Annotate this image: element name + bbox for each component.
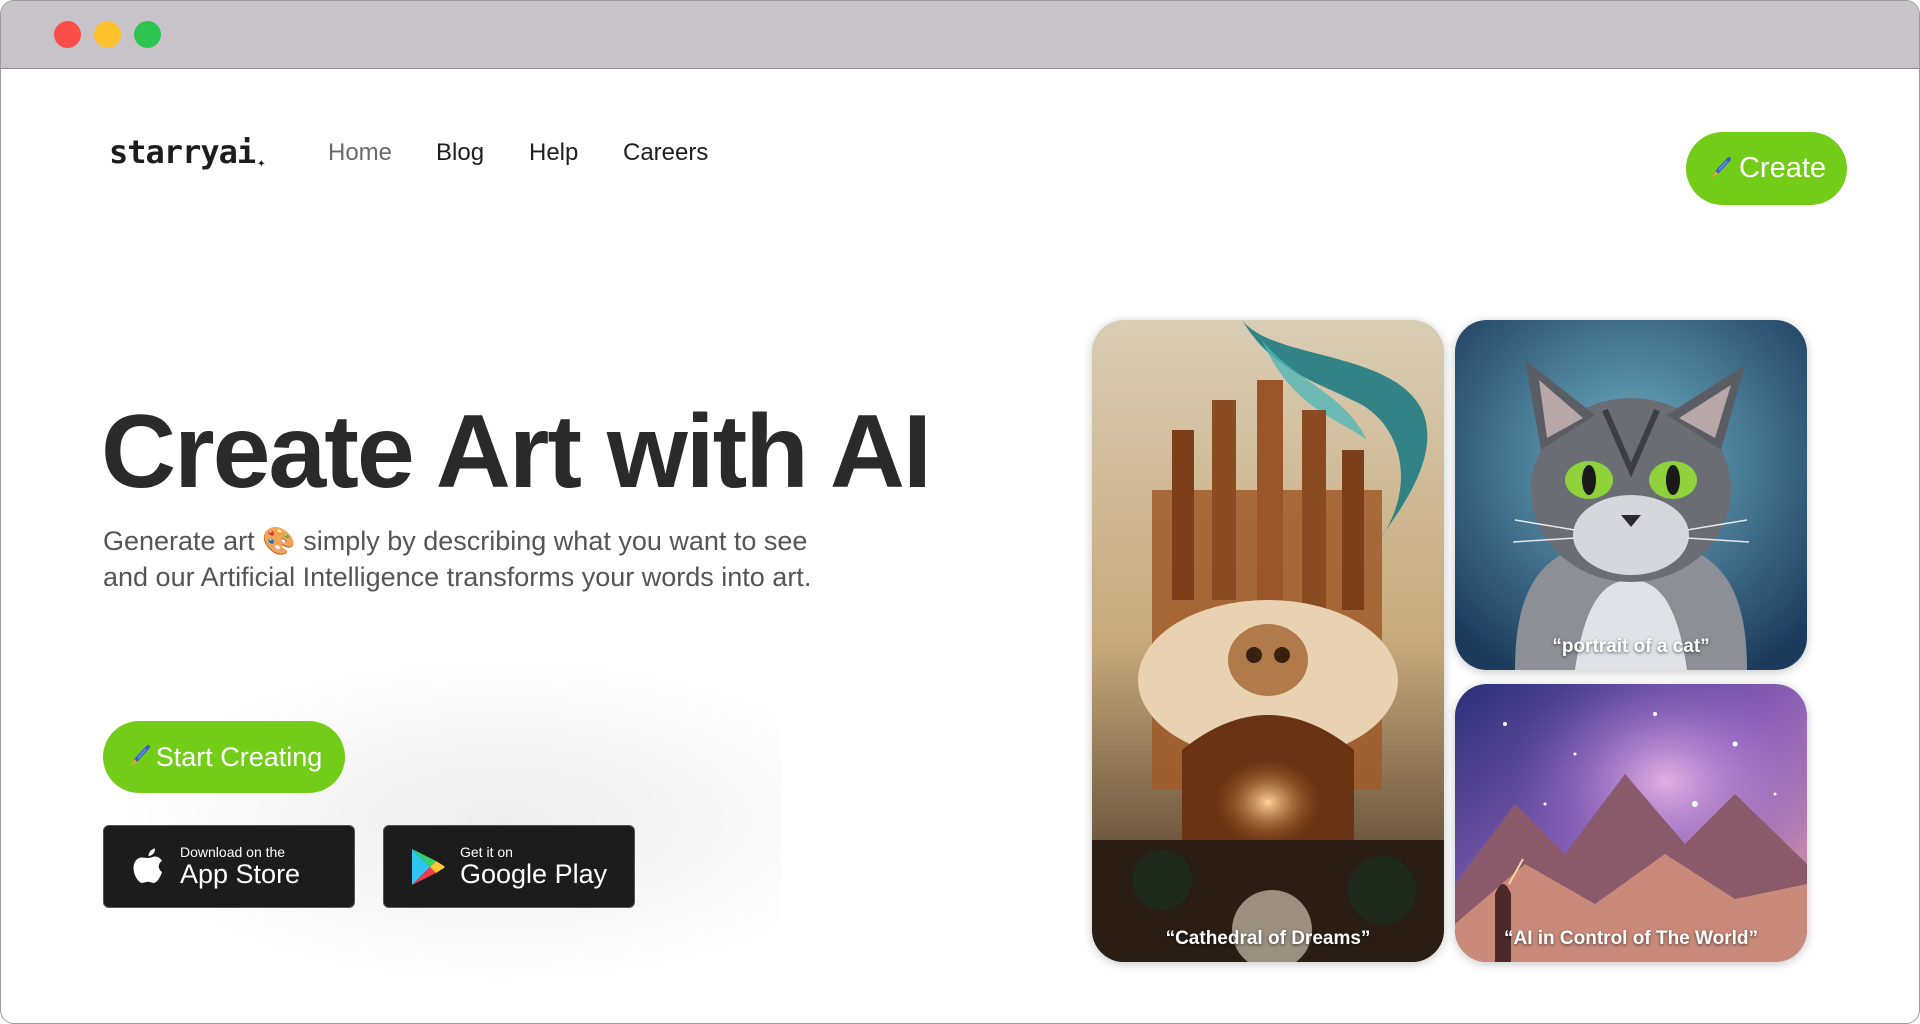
google-play-small-text: Get it on: [460, 843, 513, 860]
gallery-card-galaxy[interactable]: “AI in Control of The World”: [1455, 684, 1807, 962]
minimize-window-button[interactable]: [94, 21, 121, 48]
maximize-window-button[interactable]: [134, 21, 161, 48]
hero-subtitle-line-1: Generate art 🎨 simply by describing what…: [103, 526, 808, 556]
hero-title: Create Art with AI: [101, 394, 932, 510]
paintbrush-icon: [129, 745, 150, 766]
start-creating-button[interactable]: Start Creating: [103, 721, 345, 793]
app-store-big-text: App Store: [180, 858, 301, 889]
google-play-big-text: Google Play: [460, 858, 608, 889]
logo-spark-icon: ✦: [257, 155, 266, 171]
hero-subtitle: Generate art 🎨 simply by describing what…: [103, 523, 883, 595]
cat-caption: “portrait of a cat”: [1552, 636, 1710, 657]
window-titlebar: [1, 1, 1919, 69]
start-creating-label: Start Creating: [155, 741, 323, 772]
nav-home-link[interactable]: Home: [328, 139, 392, 167]
nav-blog-link[interactable]: Blog: [436, 139, 484, 167]
hero-subtitle-line-2: and our Artificial Intelligence transfor…: [103, 562, 812, 592]
cathedral-caption: “Cathedral of Dreams”: [1165, 928, 1371, 949]
gallery-card-cathedral[interactable]: “Cathedral of Dreams”: [1092, 320, 1444, 962]
starryai-logo[interactable]: starryai ✦: [109, 133, 266, 171]
close-window-button[interactable]: [54, 21, 81, 48]
decorative-shadow: [81, 641, 781, 1001]
app-store-button[interactable]: Download on the App Store: [103, 825, 355, 908]
nav-careers-link[interactable]: Careers: [623, 139, 708, 167]
apple-icon: [130, 846, 166, 888]
create-button[interactable]: Create: [1686, 132, 1847, 205]
nav-help-link[interactable]: Help: [529, 139, 578, 167]
galaxy-caption: “AI in Control of The World”: [1503, 928, 1758, 949]
cathedral-artwork: [1092, 320, 1444, 962]
google-play-icon: [410, 846, 446, 888]
gallery-card-cat[interactable]: “portrait of a cat”: [1455, 320, 1807, 670]
galaxy-mountains-artwork: [1455, 684, 1807, 962]
logo-text: starryai: [109, 133, 256, 171]
browser-window: starryai ✦ Home Blog Help Careers Create …: [0, 0, 1920, 1024]
create-button-label: Create: [1738, 152, 1827, 184]
paintbrush-icon: [1710, 156, 1731, 178]
google-play-button[interactable]: Get it on Google Play: [383, 825, 635, 908]
app-store-small-text: Download on the: [180, 843, 286, 860]
cat-portrait-artwork: [1455, 320, 1807, 670]
